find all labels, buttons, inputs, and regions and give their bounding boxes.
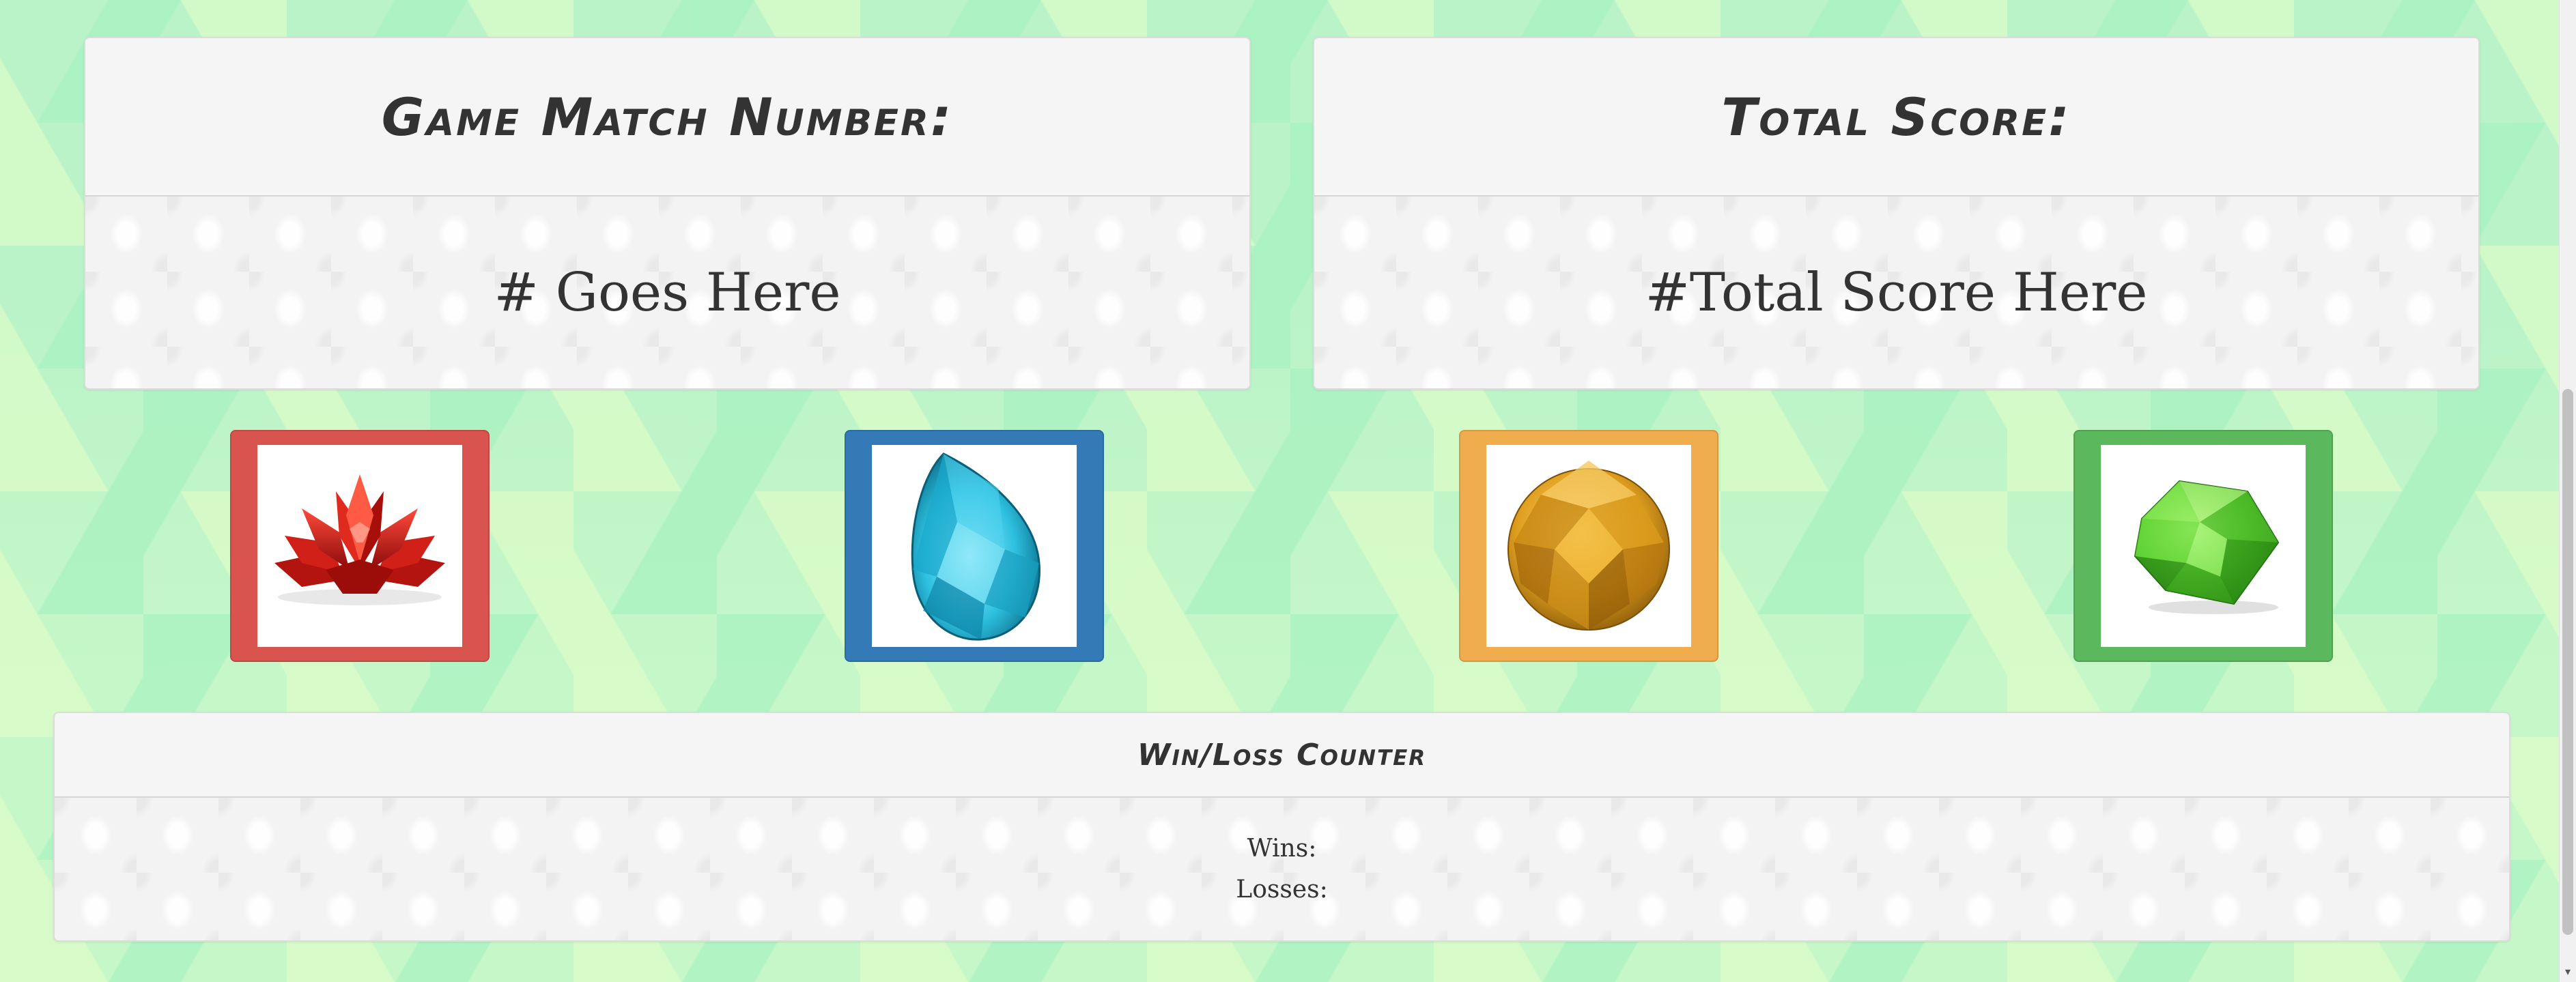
total-score-body: #Total Score Here [1314,197,2478,388]
match-number-value: # Goes Here [494,261,841,323]
green-crystal-button[interactable] [2073,430,2333,662]
match-number-panel: Game Match Number: # Goes Here [84,37,1251,390]
green-crystal-image [2101,445,2306,647]
total-score-value: #Total Score Here [1645,261,2148,323]
wins-label: Wins: [1247,834,1317,863]
green-diamond-crystal-icon [2134,480,2280,614]
win-loss-body: Wins: Losses: [55,798,2509,940]
red-crystal-image [257,445,462,647]
yellow-crystal-image [1486,445,1691,647]
win-loss-heading: Win/Loss Counter [55,713,2509,798]
total-score-heading: Total Score: [1314,38,2478,197]
blue-teardrop-crystal-icon [911,452,1041,641]
red-crystal-button[interactable] [230,430,490,662]
total-score-panel: Total Score: #Total Score Here [1313,37,2480,390]
amber-sphere-crystal-icon [1508,461,1670,631]
match-number-heading: Game Match Number: [85,38,1249,197]
total-score-title: Total Score: [1721,86,2071,147]
win-loss-title: Win/Loss Counter [1137,737,1427,772]
blue-crystal-button[interactable] [845,430,1104,662]
red-lotus-crystal-icon [274,474,445,605]
vertical-scrollbar[interactable]: ▾ [2559,0,2576,982]
win-loss-panel: Win/Loss Counter Wins: Losses: [53,712,2510,942]
yellow-crystal-button[interactable] [1459,430,1718,662]
match-number-body: # Goes Here [85,197,1249,388]
blue-crystal-image [872,445,1077,647]
match-number-title: Game Match Number: [381,86,954,147]
scrollbar-thumb[interactable] [2562,389,2573,935]
losses-label: Losses: [1236,875,1328,904]
scroll-down-arrow-icon[interactable]: ▾ [2560,965,2576,978]
